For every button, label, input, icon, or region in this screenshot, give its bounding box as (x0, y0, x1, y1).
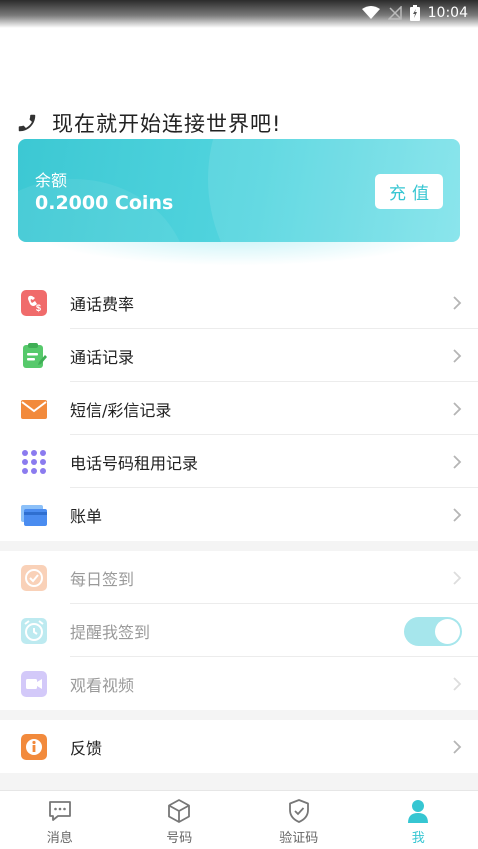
bottom-nav: 消息 号码 验证码 我 (0, 790, 478, 849)
menu-item-label: 观看视频 (70, 675, 135, 695)
video-icon (20, 670, 48, 698)
menu-item-number-rental-history[interactable]: 电话号码租用记录 (0, 435, 478, 488)
menu-main: $ 通话费率 通话记录 短信/彩信记录 电话号码租用记录 账单 (0, 276, 478, 541)
svg-text:$: $ (36, 303, 41, 313)
shield-check-icon (288, 799, 309, 823)
chevron-right-icon (453, 571, 462, 585)
phone-icon (18, 114, 36, 132)
clipboard-icon (20, 342, 48, 370)
toggle-knob (435, 619, 460, 644)
chevron-right-icon (453, 402, 462, 416)
balance-value: 0.2000 Coins (35, 192, 174, 214)
section-separator (0, 541, 478, 551)
chevron-right-icon (453, 296, 462, 310)
menu-item-bill[interactable]: 账单 (0, 488, 478, 541)
alarm-icon (20, 617, 48, 645)
battery-charging-icon (409, 5, 420, 21)
menu-tasks: 每日签到 提醒我签到 观看视频 (0, 551, 478, 710)
recharge-button[interactable]: 充值 (375, 174, 443, 209)
greeting-text: 现在就开始连接世界吧! (52, 112, 282, 136)
menu-item-label: 反馈 (70, 738, 103, 758)
chevron-right-icon (453, 349, 462, 363)
nav-tab-messages[interactable]: 消息 (0, 791, 120, 849)
chevron-right-icon (453, 677, 462, 691)
nav-tab-numbers[interactable]: 号码 (120, 791, 240, 849)
menu-item-label: 电话号码租用记录 (70, 453, 199, 473)
dialpad-icon (20, 448, 48, 476)
checkin-reminder-toggle[interactable] (404, 617, 462, 646)
menu-item-label: 通话记录 (70, 347, 135, 367)
menu-item-checkin-reminder: 提醒我签到 (0, 604, 478, 657)
status-icons: 10:04 (361, 4, 468, 22)
section-separator (0, 773, 478, 790)
person-icon (408, 800, 429, 823)
status-bar: 10:04 (0, 0, 478, 28)
menu-item-label: 通话费率 (70, 294, 135, 314)
nav-tab-me[interactable]: 我 (359, 791, 478, 849)
checkin-icon (20, 564, 48, 592)
nav-tab-verification-code[interactable]: 验证码 (239, 791, 359, 849)
nav-label: 消息 (46, 831, 73, 846)
menu-item-label: 账单 (70, 506, 103, 526)
nav-label: 我 (411, 831, 425, 846)
nav-label: 验证码 (279, 831, 319, 846)
balance-card: 余额 0.2000 Coins 充值 (18, 139, 460, 242)
chevron-right-icon (453, 455, 462, 469)
nav-label: 号码 (166, 831, 193, 846)
chevron-right-icon (453, 740, 462, 754)
section-separator (0, 710, 478, 720)
menu-item-label: 短信/彩信记录 (70, 400, 172, 420)
menu-item-call-rates[interactable]: $ 通话费率 (0, 276, 478, 329)
status-time: 10:04 (427, 5, 468, 21)
envelope-icon (20, 395, 48, 423)
menu-item-feedback[interactable]: 反馈 (0, 720, 478, 773)
menu-feedback: 反馈 (0, 720, 478, 773)
greeting-row: 现在就开始连接世界吧! (16, 108, 281, 138)
bill-icon (20, 501, 48, 529)
menu-item-label: 每日签到 (70, 569, 135, 589)
menu-item-label: 提醒我签到 (70, 622, 151, 642)
menu-item-daily-checkin[interactable]: 每日签到 (0, 551, 478, 604)
call-rate-icon: $ (20, 289, 48, 317)
cube-icon (168, 799, 191, 823)
info-icon (20, 733, 48, 761)
message-icon (48, 801, 71, 821)
balance-label: 余额 (35, 171, 68, 190)
menu-item-watch-video[interactable]: 观看视频 (0, 657, 478, 710)
chevron-right-icon (453, 508, 462, 522)
menu-item-sms-history[interactable]: 短信/彩信记录 (0, 382, 478, 435)
no-signal-icon (387, 6, 402, 20)
wifi-icon (361, 6, 380, 19)
menu-item-call-history[interactable]: 通话记录 (0, 329, 478, 382)
